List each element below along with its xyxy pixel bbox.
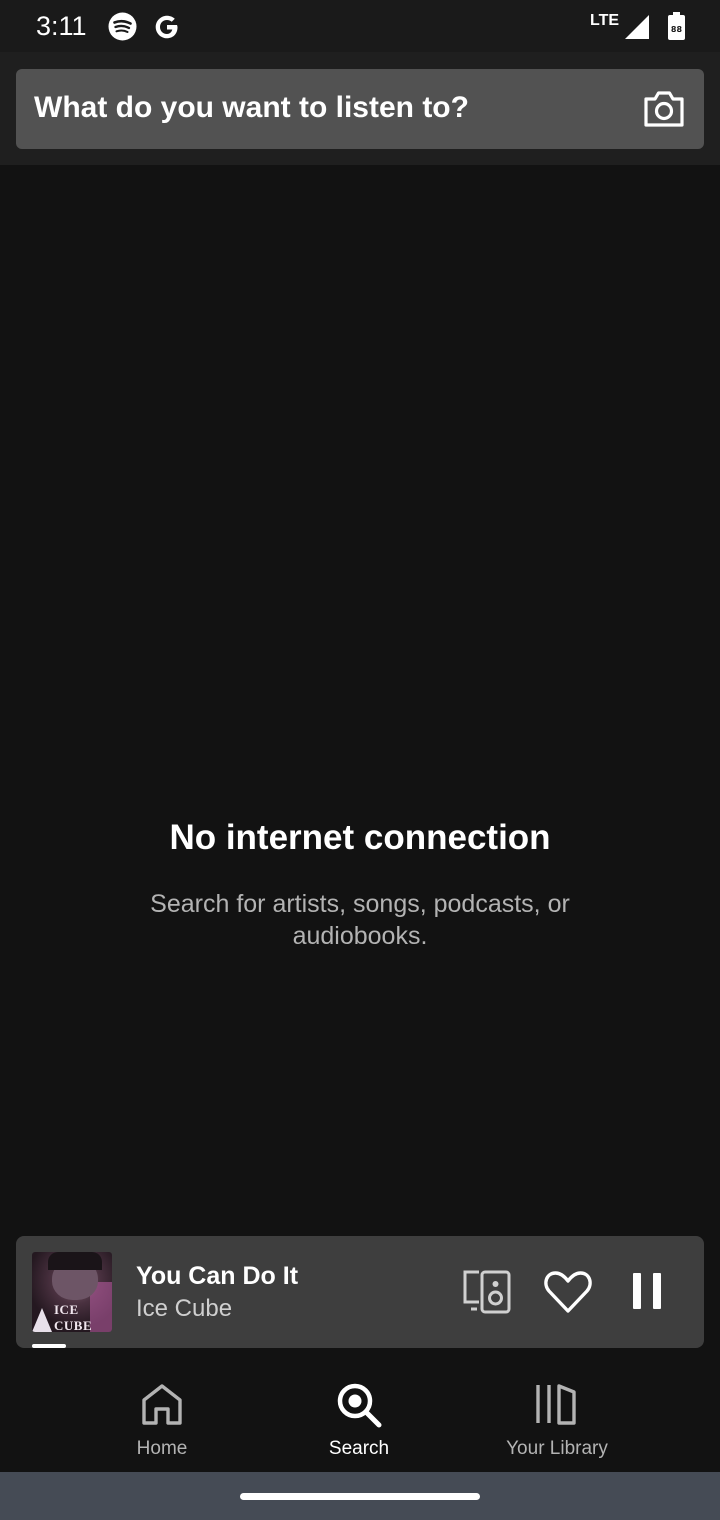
search-header: What do you want to listen to?	[0, 52, 720, 165]
track-title: You Can Do It	[136, 1262, 299, 1290]
nav-home[interactable]: Home	[62, 1360, 262, 1472]
empty-state-subtitle: Search for artists, songs, podcasts, or …	[150, 890, 570, 950]
home-icon	[142, 1384, 182, 1425]
google-icon	[155, 15, 178, 39]
empty-state-title: No internet connection	[169, 818, 551, 857]
library-icon	[536, 1384, 576, 1425]
battery-icon: 88	[668, 12, 685, 40]
track-artist: Ice Cube	[136, 1295, 233, 1322]
network-type: LTE	[590, 12, 620, 29]
now-playing-bar[interactable]: ICE CUBE You Can Do It Ice Cube	[16, 1236, 704, 1348]
nav-library[interactable]: Your Library	[457, 1360, 657, 1472]
nav-library-label: Your Library	[506, 1438, 608, 1459]
playback-progress[interactable]	[32, 1344, 66, 1348]
album-art-text: ICE CUBE	[54, 1302, 93, 1332]
bottom-nav: Home Search Your Library	[0, 1360, 720, 1472]
search-placeholder: What do you want to listen to?	[34, 91, 469, 124]
signal-icon	[625, 15, 649, 39]
empty-state: No internet connection Search for artist…	[0, 818, 720, 952]
pause-icon[interactable]	[630, 1271, 666, 1311]
gesture-bar	[0, 1472, 720, 1520]
spotify-icon	[108, 12, 137, 41]
connect-device-icon[interactable]	[462, 1269, 512, 1315]
nav-search-label: Search	[328, 1438, 390, 1459]
album-art: ICE CUBE	[32, 1252, 112, 1332]
home-gesture-handle[interactable]	[240, 1493, 480, 1500]
album-art-cap	[48, 1252, 102, 1270]
heart-icon[interactable]	[543, 1269, 593, 1315]
battery-level: 88	[671, 25, 683, 34]
camera-icon[interactable]	[642, 90, 686, 128]
status-time: 3:11	[36, 11, 87, 41]
album-art-shirt	[32, 1308, 52, 1332]
nav-search[interactable]: Search	[259, 1360, 459, 1472]
search-icon	[337, 1383, 382, 1428]
nav-home-label: Home	[136, 1438, 188, 1459]
status-bar: 3:11 LTE 88	[0, 0, 720, 52]
search-input[interactable]: What do you want to listen to?	[16, 69, 704, 149]
